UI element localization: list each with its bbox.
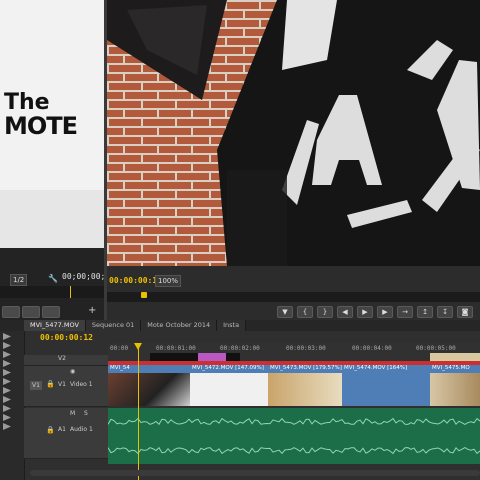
tools-panel — [0, 331, 25, 480]
track-label-v1: V1 — [58, 381, 66, 388]
mark-in-icon[interactable]: ▼ — [277, 306, 293, 318]
program-video-frame — [107, 0, 480, 266]
video-clip[interactable]: MVI_5475.MO — [430, 365, 480, 406]
source-playhead[interactable] — [70, 286, 71, 298]
source-monitor-video: The MOTE — [0, 0, 104, 248]
audio-waveform — [107, 408, 480, 464]
program-zoom-select[interactable]: 100% — [155, 275, 182, 287]
clip-thumbnail — [430, 373, 480, 406]
clip-thumbnail — [108, 373, 190, 406]
ripple-edit-tool-icon[interactable] — [3, 351, 11, 358]
timeline-horizontal-scrollbar[interactable] — [30, 470, 480, 476]
step-forward-icon[interactable]: ▶ — [377, 306, 393, 318]
audio-track-a1[interactable] — [107, 408, 480, 464]
source-patch-v1[interactable]: V1 — [30, 381, 42, 390]
wrench-icon[interactable]: 🔧 — [48, 274, 58, 283]
mark-out-icon[interactable]: { — [297, 306, 313, 318]
play-icon[interactable]: ▶ — [357, 306, 373, 318]
zoom-tool-icon[interactable] — [3, 423, 11, 430]
razor-tool-icon[interactable] — [3, 378, 11, 385]
track-name-audio1: Audio 1 — [70, 426, 93, 433]
add-button-icon[interactable]: + — [88, 305, 96, 316]
source-video-floor — [0, 190, 104, 248]
program-transport-buttons: ▼ { } ◀ ▶ ▶ → ↥ ↧ ◙ — [277, 306, 473, 318]
overwrite-button[interactable] — [22, 306, 40, 318]
clip-marker — [198, 353, 226, 361]
extract-icon[interactable]: ↧ — [437, 306, 453, 318]
timeline-panel: MVI_5477.MOV Sequence 01 Mote October 20… — [0, 320, 480, 480]
track-header-v2: V2 — [24, 355, 108, 366]
tab-insta[interactable]: Insta — [217, 320, 247, 331]
program-monitor-video — [107, 0, 480, 266]
program-monitor-controls: 00:00:00:12 100% ▼ { } ◀ ▶ ▶ → ↥ ↧ ◙ — [107, 266, 480, 320]
timeline-playhead[interactable] — [138, 343, 139, 480]
ruler-label: 00:00:02:00 — [220, 345, 260, 352]
ruler-label: 00:00 — [110, 345, 129, 352]
slip-tool-icon[interactable] — [3, 387, 11, 394]
video-clip[interactable]: MVI_5473.MOV [179.57%] — [268, 365, 343, 406]
export-frame-button[interactable] — [42, 306, 60, 318]
track-name-video1: Video 1 — [70, 381, 93, 388]
ruler-label: 00:00:01:00 — [156, 345, 196, 352]
clip-title: MVI_5475.MO — [432, 365, 470, 371]
program-playhead[interactable] — [141, 292, 147, 298]
timeline-timecode[interactable]: 00:00:00:12 — [40, 333, 93, 342]
clip-thumbnail — [190, 373, 268, 406]
slide-tool-icon[interactable] — [3, 396, 11, 403]
track-header-v1: V1 🔒 V1 ◉ Video 1 — [24, 366, 108, 407]
video-clip[interactable]: MVI_54 — [108, 365, 191, 406]
program-scrub-bar[interactable] — [107, 292, 480, 302]
step-back-icon[interactable]: ◀ — [337, 306, 353, 318]
track-label-v2: V2 — [58, 355, 66, 362]
ruler-label: 00:00:04:00 — [352, 345, 392, 352]
rolling-edit-tool-icon[interactable] — [3, 360, 11, 367]
tab-mvi-5477[interactable]: MVI_5477.MOV — [24, 320, 86, 331]
eye-icon[interactable]: ◉ — [70, 368, 75, 375]
program-monitor-panel: 00:00:00:12 100% ▼ { } ◀ ▶ ▶ → ↥ ↧ ◙ — [107, 0, 480, 320]
go-to-in-icon[interactable]: } — [317, 306, 333, 318]
clip-title: MVI_54 — [110, 365, 130, 371]
clip-title: MVI_5473.MOV [179.57%] — [270, 365, 342, 371]
pen-tool-icon[interactable] — [3, 405, 11, 412]
timeline-tabs: MVI_5477.MOV Sequence 01 Mote October 20… — [0, 320, 480, 331]
lock-icon[interactable]: 🔒 — [46, 426, 55, 434]
track-label-a1: A1 — [58, 426, 66, 433]
track-header-a1: 🔒 A1 M S Audio 1 — [24, 408, 108, 459]
ruler-label: 00:00:05:00 — [416, 345, 456, 352]
source-zoom-select[interactable]: 1/2 — [10, 274, 28, 286]
source-scrub-bar[interactable] — [0, 286, 104, 298]
clip-thumbnail — [268, 373, 342, 406]
lift-icon[interactable]: ↥ — [417, 306, 433, 318]
track-select-tool-icon[interactable] — [3, 342, 11, 349]
go-to-out-icon[interactable]: → — [397, 306, 413, 318]
solo-button[interactable]: S — [84, 410, 88, 417]
source-button-row: + — [0, 304, 104, 318]
tab-sequence-01[interactable]: Sequence 01 — [85, 320, 142, 331]
selection-tool-icon[interactable] — [3, 333, 11, 340]
clip-title: MVI_5472.MOV [147.09%] — [192, 365, 264, 371]
source-logo-bottom-text: MOTE — [4, 112, 78, 140]
mute-button[interactable]: M — [70, 410, 75, 417]
video-clip[interactable]: MVI_5474.MOV [164%] — [342, 365, 431, 406]
track-headers: V2 V1 🔒 V1 ◉ Video 1 🔒 A1 M S Audio 1 — [24, 343, 108, 480]
hand-tool-icon[interactable] — [3, 414, 11, 421]
ruler-label: 00:00:03:00 — [286, 345, 326, 352]
clip-title: MVI_5474.MOV [164%] — [344, 365, 408, 371]
rate-stretch-tool-icon[interactable] — [3, 369, 11, 376]
video-clip[interactable]: MVI_5472.MOV [147.09%] — [190, 365, 269, 406]
source-monitor-panel: The MOTE 1/2 🔧 00;00;00;00 + — [0, 0, 115, 320]
export-frame-icon[interactable]: ◙ — [457, 306, 473, 318]
tab-mote-october[interactable]: Mote October 2014 — [141, 320, 218, 331]
video-track-v1: MVI_54 MVI_5472.MOV [147.09%] MVI_5473.M… — [108, 365, 480, 406]
lock-icon[interactable]: 🔒 — [46, 380, 55, 388]
clip-marker-end — [430, 353, 480, 361]
insert-button[interactable] — [2, 306, 20, 318]
render-bar — [150, 353, 240, 361]
